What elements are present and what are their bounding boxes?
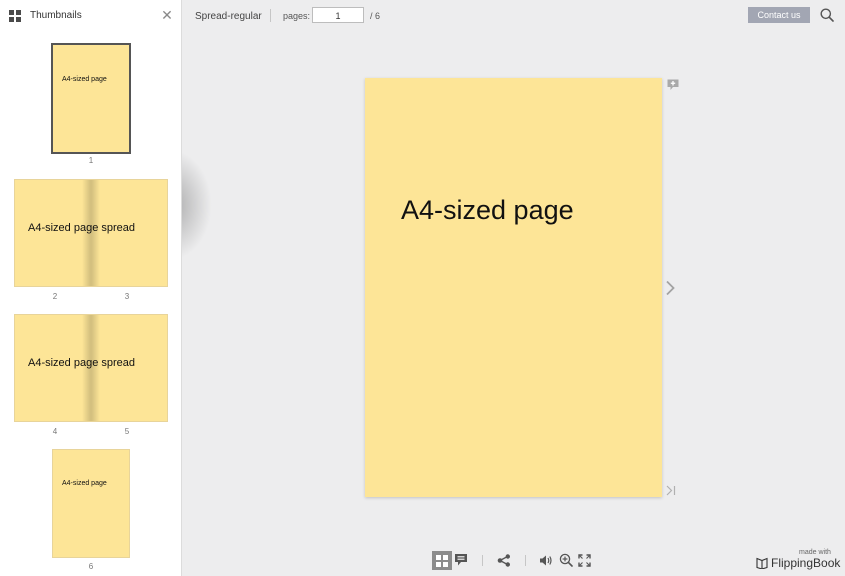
total-pages: / 6 xyxy=(370,11,381,21)
thumbnail-text: A4-sized page xyxy=(62,480,107,487)
sidebar-title: Thumbnails xyxy=(30,10,82,21)
divider xyxy=(270,9,271,22)
share-icon[interactable] xyxy=(497,554,511,567)
thumbnail-text: A4-sized page spread xyxy=(28,222,136,234)
thumbnail-number: 1 xyxy=(88,156,94,165)
grid-icon xyxy=(9,10,22,23)
thumbnail-number: 3 xyxy=(124,292,130,301)
close-icon[interactable]: ✕ xyxy=(160,7,174,23)
thumbnail-number: 2 xyxy=(52,292,58,301)
main-page[interactable]: A4-sized page xyxy=(365,78,662,497)
fullscreen-icon[interactable] xyxy=(578,554,591,567)
add-note-icon[interactable] xyxy=(667,79,679,91)
made-with-label: made with xyxy=(799,549,831,556)
thumbnails-icon[interactable] xyxy=(432,551,452,570)
page-number-input[interactable] xyxy=(312,7,364,23)
thumbnails-sidebar: Thumbnails ✕ A4-sized page 1 A4-sized pa… xyxy=(0,0,182,576)
thumbnail-number: 6 xyxy=(88,562,94,571)
search-icon[interactable] xyxy=(820,8,834,22)
thumbnail-text: A4-sized page spread xyxy=(28,357,136,369)
thumbnail-page-1[interactable]: A4-sized page xyxy=(51,43,131,154)
thumbnail-text: A4-sized page xyxy=(62,76,107,83)
notes-icon[interactable] xyxy=(454,553,468,567)
last-page-icon[interactable] xyxy=(665,485,677,496)
thumbnail-page-6[interactable]: A4-sized page xyxy=(52,449,130,558)
document-title: Spread-regular xyxy=(195,11,262,22)
contact-us-button[interactable]: Contact us xyxy=(748,7,810,23)
flippingbook-logo-icon[interactable] xyxy=(756,557,768,569)
divider xyxy=(525,555,526,566)
zoom-in-icon[interactable] xyxy=(559,553,573,567)
flippingbook-brand[interactable]: FlippingBook xyxy=(771,556,840,570)
thumbnail-number: 4 xyxy=(52,427,58,436)
page-heading: A4-sized page xyxy=(401,195,574,225)
sidebar-header: Thumbnails ✕ xyxy=(0,0,182,32)
thumbnail-spread-2-3[interactable]: A4-sized page spread xyxy=(14,179,168,287)
divider xyxy=(482,555,483,566)
thumbnail-spread-4-5[interactable]: A4-sized page spread xyxy=(14,314,168,422)
pages-label: pages: xyxy=(283,11,311,21)
chevron-right-icon[interactable] xyxy=(664,280,676,296)
thumbnail-number: 5 xyxy=(124,427,130,436)
sound-icon[interactable] xyxy=(539,554,553,567)
